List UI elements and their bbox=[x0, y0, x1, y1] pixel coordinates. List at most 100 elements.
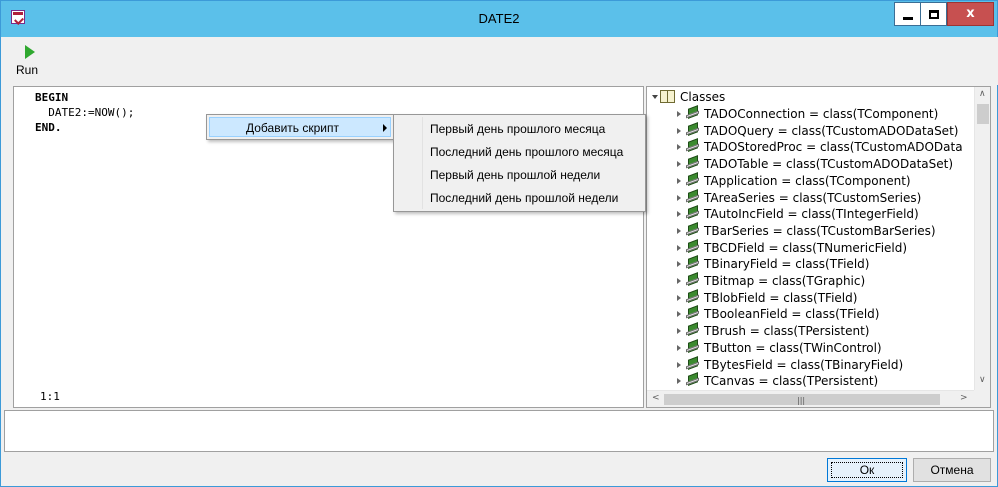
code-line: DATE2:=NOW(); bbox=[35, 106, 135, 119]
expand-icon[interactable] bbox=[677, 177, 681, 184]
expand-icon[interactable] bbox=[677, 378, 681, 385]
code-line: END. bbox=[35, 121, 62, 134]
submenu: Первый день прошлого месяца Последний де… bbox=[393, 114, 646, 212]
expand-icon[interactable] bbox=[677, 144, 681, 151]
scroll-thumb[interactable] bbox=[977, 104, 989, 124]
cancel-button[interactable]: Отмена bbox=[913, 458, 991, 482]
expand-icon[interactable] bbox=[677, 278, 681, 284]
context-menu: Добавить скрипт bbox=[206, 114, 394, 140]
tree-item-label: TBinaryField = class(TField) bbox=[704, 257, 870, 272]
submenu-item[interactable]: Первый день прошлого месяца bbox=[396, 118, 643, 140]
submenu-item[interactable]: Последний день прошлого месяца bbox=[396, 141, 643, 163]
tree-item-label: TADOTable = class(TCustomADODataSet) bbox=[704, 157, 954, 172]
scroll-corner bbox=[974, 390, 990, 407]
class-book-icon bbox=[686, 171, 700, 186]
ok-button[interactable]: Ок bbox=[827, 458, 907, 482]
title-bar[interactable]: DATE2 x bbox=[1, 1, 997, 37]
expand-icon[interactable] bbox=[677, 261, 681, 268]
expand-icon[interactable] bbox=[677, 111, 681, 117]
tree-item-label: TBooleanField = class(TField) bbox=[704, 307, 880, 322]
grip-icon: ||| bbox=[797, 396, 806, 405]
expand-icon[interactable] bbox=[677, 211, 681, 218]
scroll-left-icon[interactable]: < bbox=[652, 393, 660, 403]
run-button[interactable]: Run bbox=[14, 43, 48, 81]
expand-icon[interactable] bbox=[677, 344, 681, 351]
tree-item-label: TAreaSeries = class(TCustomSeries) bbox=[704, 190, 922, 205]
minimize-button[interactable] bbox=[894, 2, 921, 26]
tree-item-label: TBlobField = class(TField) bbox=[704, 290, 858, 305]
tree-item-label: TBitmap = class(TGraphic) bbox=[704, 274, 866, 288]
class-book-icon bbox=[686, 155, 700, 169]
class-book-icon bbox=[686, 205, 700, 220]
scroll-down-icon[interactable]: ∨ bbox=[979, 375, 986, 385]
class-book-icon bbox=[686, 288, 700, 303]
expand-icon[interactable] bbox=[677, 227, 681, 234]
class-book-icon bbox=[686, 322, 700, 336]
maximize-button[interactable] bbox=[921, 2, 947, 26]
close-icon: x bbox=[966, 6, 975, 21]
tree-item-label: TBytesField = class(TBinaryField) bbox=[704, 357, 904, 372]
tree-item-label: TApplication = class(TComponent) bbox=[704, 173, 911, 188]
tree-item-label: TADOQuery = class(TCustomADODataSet) bbox=[704, 123, 959, 138]
tree-item-label: TBarSeries = class(TCustomBarSeries) bbox=[704, 223, 936, 238]
class-book-icon bbox=[686, 272, 700, 286]
class-tree[interactable]: Classes TADOConnection = class(TComponen… bbox=[646, 86, 991, 408]
tree-item-label: TButton = class(TWinControl) bbox=[704, 340, 882, 355]
close-button[interactable]: x bbox=[947, 2, 994, 26]
focus-rect bbox=[831, 462, 903, 478]
class-book-icon bbox=[686, 305, 700, 320]
book-open-icon bbox=[660, 90, 675, 103]
toolbar: Run bbox=[2, 37, 998, 85]
submenu-item-label: Первый день прошлого месяца bbox=[430, 122, 606, 136]
tree-item-label: TCanvas = class(TPersistent) bbox=[704, 374, 879, 389]
tree-item-label: TAutoIncField = class(TIntegerField) bbox=[704, 207, 919, 222]
tree-item-label: TADOStoredProc = class(TCustomADOData bbox=[704, 140, 963, 155]
expand-icon[interactable] bbox=[677, 194, 681, 201]
cursor-position: 1:1 bbox=[40, 390, 60, 403]
scroll-up-icon[interactable]: ∧ bbox=[979, 89, 986, 99]
code-line: BEGIN bbox=[35, 91, 69, 104]
menu-item-label: Добавить скрипт bbox=[246, 121, 339, 135]
submenu-arrow-icon bbox=[383, 124, 387, 132]
class-book-icon bbox=[686, 372, 700, 387]
class-book-icon bbox=[686, 338, 700, 353]
scroll-right-icon[interactable]: > bbox=[960, 393, 968, 403]
class-book-icon bbox=[686, 121, 700, 136]
expand-icon[interactable] bbox=[677, 161, 681, 168]
menu-item-add-script[interactable]: Добавить скрипт bbox=[209, 117, 391, 137]
expand-icon[interactable] bbox=[677, 361, 681, 368]
submenu-item[interactable]: Первый день прошлой недели bbox=[396, 164, 643, 186]
class-book-icon bbox=[686, 188, 700, 203]
class-book-icon bbox=[686, 238, 700, 253]
code-area[interactable]: BEGIN DATE2:=NOW(); END. bbox=[35, 90, 134, 135]
class-book-icon bbox=[686, 105, 700, 119]
submenu-item-label: Первый день прошлой недели bbox=[430, 168, 601, 182]
output-panel[interactable] bbox=[4, 410, 994, 452]
expand-icon[interactable] bbox=[677, 127, 681, 134]
expand-icon[interactable] bbox=[677, 294, 681, 301]
window-title: DATE2 bbox=[478, 11, 520, 26]
run-label: Run bbox=[16, 63, 39, 77]
vertical-scrollbar[interactable]: ∧ ∨ bbox=[974, 87, 990, 390]
submenu-item-label: Последний день прошлого месяца bbox=[430, 145, 624, 159]
expand-icon[interactable] bbox=[677, 311, 681, 318]
class-book-icon bbox=[686, 138, 700, 153]
minimize-icon bbox=[903, 17, 913, 20]
scroll-thumb[interactable]: ||| bbox=[664, 394, 940, 405]
tree-item-label: TBCDField = class(TNumericField) bbox=[704, 240, 908, 255]
submenu-item-label: Последний день прошлой недели bbox=[430, 191, 619, 205]
tree-item-label: TBrush = class(TPersistent) bbox=[704, 324, 870, 339]
dialog-window: DATE2 x Run BEGIN DATE2:=NOW(); END. 1:1 … bbox=[0, 0, 998, 487]
class-book-icon bbox=[686, 222, 700, 236]
horizontal-scrollbar[interactable]: < ||| > bbox=[647, 390, 974, 407]
cancel-label: Отмена bbox=[930, 463, 974, 477]
class-book-icon bbox=[686, 355, 700, 370]
play-icon bbox=[25, 45, 35, 59]
expand-icon[interactable] bbox=[677, 244, 681, 251]
maximize-icon bbox=[929, 10, 939, 19]
submenu-item[interactable]: Последний день прошлой недели bbox=[396, 187, 643, 209]
collapse-icon[interactable] bbox=[652, 95, 658, 99]
tree-root-label: Classes bbox=[680, 90, 726, 104]
tree-item-label: TADOConnection = class(TComponent) bbox=[704, 107, 939, 121]
expand-icon[interactable] bbox=[677, 328, 681, 335]
